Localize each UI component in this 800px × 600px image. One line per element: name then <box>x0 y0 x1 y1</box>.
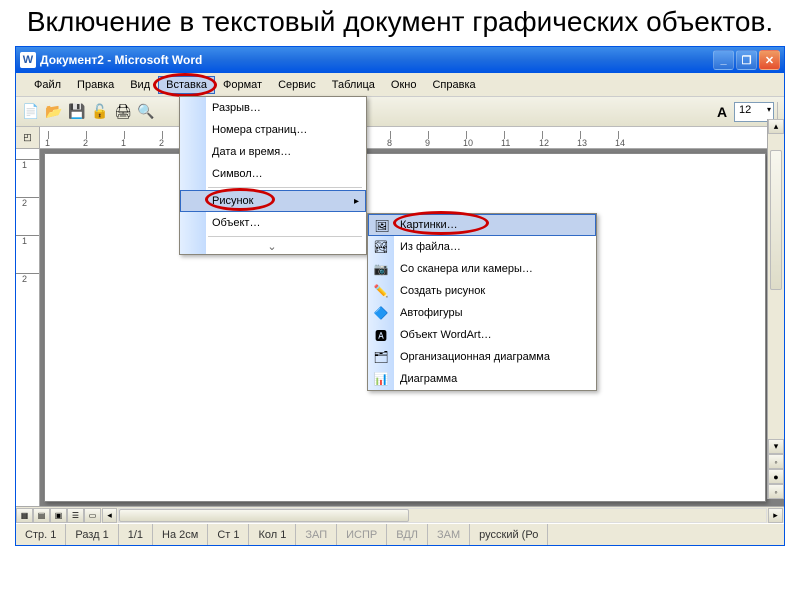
picture-wordart[interactable]: 🅰 Объект WordArt… <box>368 324 596 346</box>
wordart-icon: 🅰 <box>372 327 390 343</box>
vertical-scrollbar[interactable]: ▴ ▾ ◦ ● ◦ <box>767 119 784 499</box>
web-view-icon[interactable]: ▤ <box>33 508 50 523</box>
preview-icon[interactable]: 🔍 <box>135 101 157 123</box>
picture-chart[interactable]: 📊 Диаграмма <box>368 368 596 390</box>
menu-expand-chevron[interactable]: ⌄ <box>180 239 366 254</box>
status-ext: ВДЛ <box>387 524 428 545</box>
status-at: На 2см <box>153 524 208 545</box>
picture-clipart[interactable]: 🖼 Картинки… <box>368 214 596 236</box>
clipart-icon: 🖼 <box>373 218 391 234</box>
hscroll-right-arrow[interactable]: ▸ <box>768 508 783 523</box>
insert-picture-submenu[interactable]: Рисунок▸ <box>180 190 366 212</box>
menu-tools[interactable]: Сервис <box>270 76 324 94</box>
bold-icon[interactable]: A <box>711 101 733 123</box>
menubar: Файл Правка Вид Вставка Формат Сервис Та… <box>16 73 784 97</box>
word-app-icon: W <box>20 52 36 68</box>
scroll-down-arrow[interactable]: ▾ <box>768 439 784 454</box>
insert-page-numbers[interactable]: Номера страниц… <box>180 119 366 141</box>
new-drawing-icon: ✏️ <box>372 283 390 299</box>
horizontal-ruler-area: ◰ 121234567891011121314 <box>16 127 784 149</box>
save-icon[interactable]: 💾 <box>66 101 88 123</box>
org-chart-icon: 🗂 <box>372 349 390 365</box>
status-page: Стр. 1 <box>16 524 66 545</box>
scanner-icon: 📷 <box>372 261 390 277</box>
print-view-icon[interactable]: ▣ <box>50 508 67 523</box>
menu-format[interactable]: Формат <box>215 76 270 94</box>
insert-break[interactable]: Разрыв… <box>180 97 366 119</box>
standard-toolbar: 📄 📂 💾 🔓 🖨 🔍 A 12 <box>16 97 784 127</box>
horizontal-scrollbar: ▦ ▤ ▣ ☰ ▭ ◂ ▸ <box>16 506 784 523</box>
chart-icon: 📊 <box>372 371 390 387</box>
picture-submenu-dropdown: 🖼 Картинки… 🏞 Из файла… 📷 Со сканера или… <box>367 213 597 391</box>
minimize-button[interactable]: _ <box>713 50 734 70</box>
insert-object[interactable]: Объект… <box>180 212 366 234</box>
insert-menu-dropdown: Разрыв… Номера страниц… Дата и время… Си… <box>179 96 367 255</box>
browse-prev-icon[interactable]: ◦ <box>768 454 784 469</box>
status-rec: ЗАП <box>296 524 337 545</box>
vertical-ruler[interactable]: 1 2 1 2 <box>16 149 40 506</box>
status-trk: ИСПР <box>337 524 387 545</box>
horizontal-ruler[interactable]: 121234567891011121314 <box>40 127 784 148</box>
menu-table[interactable]: Таблица <box>324 76 383 94</box>
status-language[interactable]: русский (Ро <box>470 524 548 545</box>
picture-from-file[interactable]: 🏞 Из файла… <box>368 236 596 258</box>
scroll-up-arrow[interactable]: ▴ <box>768 119 784 134</box>
menu-edit[interactable]: Правка <box>69 76 122 94</box>
word-window: W Документ2 - Microsoft Word _ ❐ ✕ Файл … <box>15 46 785 546</box>
status-section: Разд 1 <box>66 524 118 545</box>
open-icon[interactable]: 📂 <box>43 101 65 123</box>
picture-org-chart[interactable]: 🗂 Организационная диаграмма <box>368 346 596 368</box>
insert-date-time[interactable]: Дата и время… <box>180 141 366 163</box>
status-line: Ст 1 <box>208 524 249 545</box>
menu-view[interactable]: Вид <box>122 76 158 94</box>
autoshapes-icon: 🔷 <box>372 305 390 321</box>
browse-next-icon[interactable]: ◦ <box>768 484 784 499</box>
hscroll-track[interactable] <box>118 508 767 523</box>
ruler-corner[interactable]: ◰ <box>16 127 40 148</box>
titlebar: W Документ2 - Microsoft Word _ ❐ ✕ <box>16 47 784 73</box>
status-col: Кол 1 <box>249 524 296 545</box>
menu-file[interactable]: Файл <box>26 76 69 94</box>
status-pages: 1/1 <box>119 524 153 545</box>
statusbar: Стр. 1 Разд 1 1/1 На 2см Ст 1 Кол 1 ЗАП … <box>16 523 784 545</box>
menu-window[interactable]: Окно <box>383 76 425 94</box>
reading-view-icon[interactable]: ▭ <box>84 508 101 523</box>
normal-view-icon[interactable]: ▦ <box>16 508 33 523</box>
vscroll-thumb[interactable] <box>770 150 782 290</box>
outline-view-icon[interactable]: ☰ <box>67 508 84 523</box>
new-doc-icon[interactable]: 📄 <box>20 101 42 123</box>
status-ovr: ЗАМ <box>428 524 470 545</box>
window-title: Документ2 - Microsoft Word <box>40 53 713 67</box>
permission-icon[interactable]: 🔓 <box>89 101 111 123</box>
picture-new-drawing[interactable]: ✏️ Создать рисунок <box>368 280 596 302</box>
hscroll-thumb[interactable] <box>119 509 409 522</box>
slide-title: Включение в текстовый документ графическ… <box>0 0 800 46</box>
menu-help[interactable]: Справка <box>424 76 483 94</box>
insert-symbol[interactable]: Символ… <box>180 163 366 185</box>
close-button[interactable]: ✕ <box>759 50 780 70</box>
picture-autoshapes[interactable]: 🔷 Автофигуры <box>368 302 596 324</box>
from-file-icon: 🏞 <box>372 239 390 255</box>
menu-insert[interactable]: Вставка <box>158 76 215 94</box>
picture-from-scanner[interactable]: 📷 Со сканера или камеры… <box>368 258 596 280</box>
print-icon[interactable]: 🖨 <box>112 101 134 123</box>
browse-object-icon[interactable]: ● <box>768 469 784 484</box>
hscroll-left-arrow[interactable]: ◂ <box>102 508 117 523</box>
maximize-button[interactable]: ❐ <box>736 50 757 70</box>
